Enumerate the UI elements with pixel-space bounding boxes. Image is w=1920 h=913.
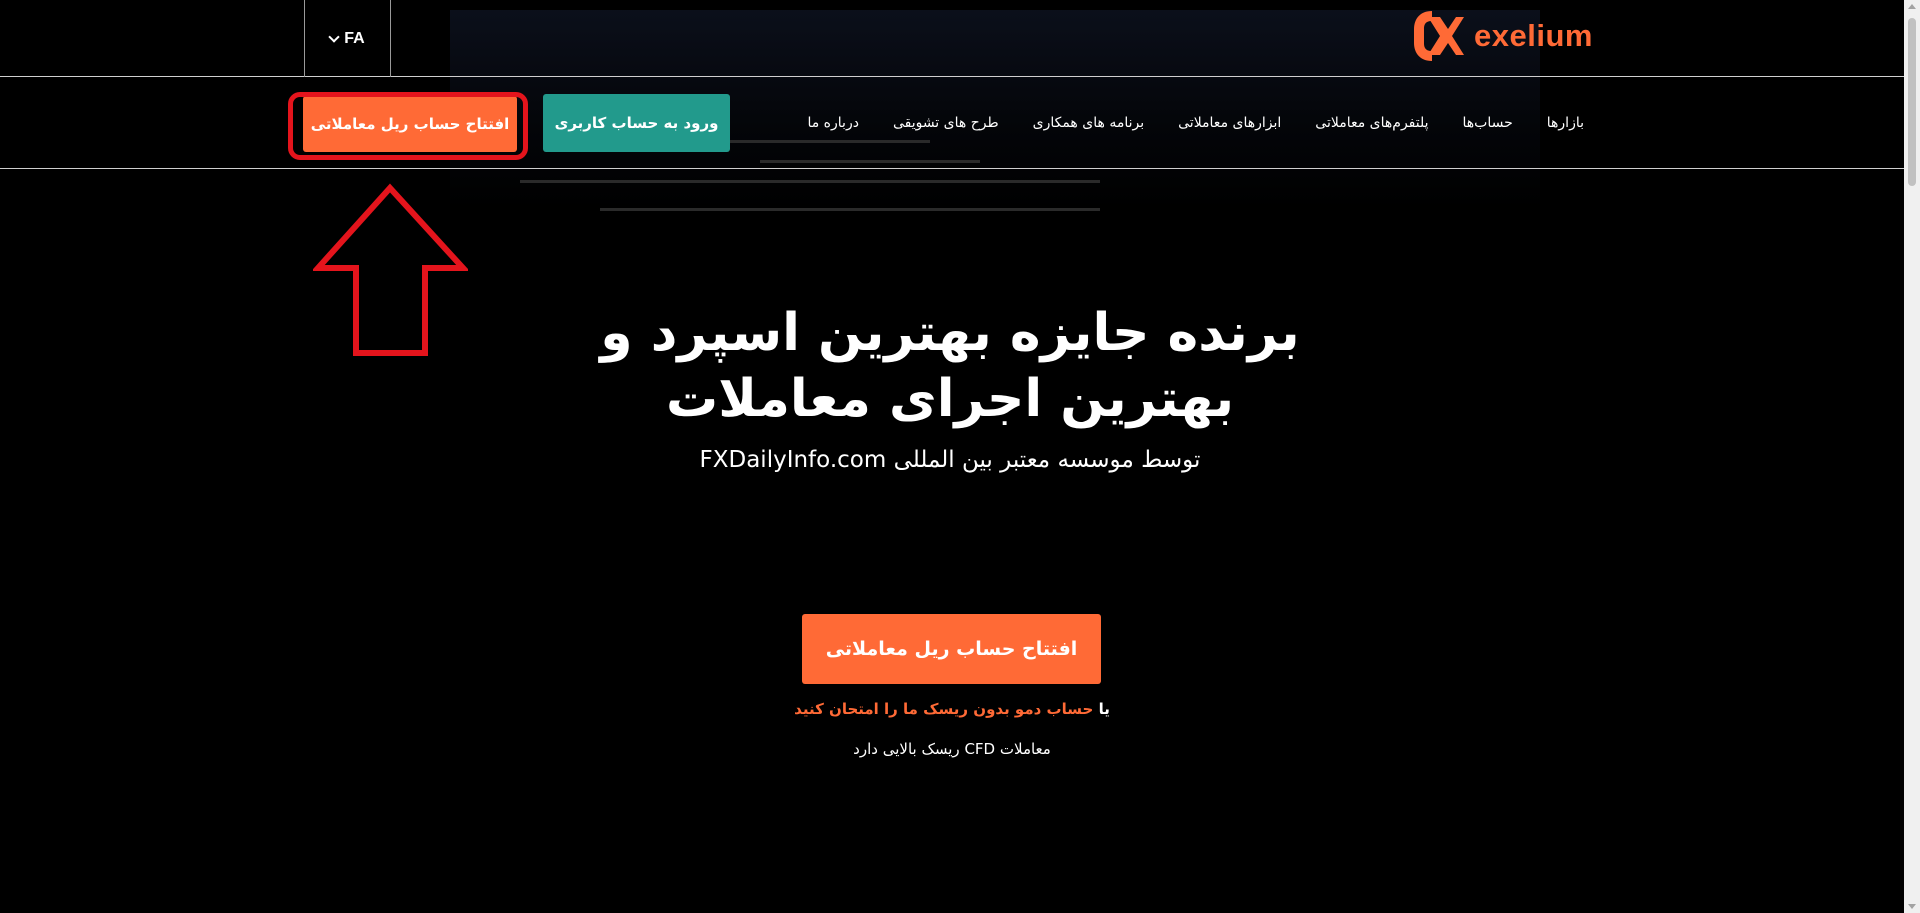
nav-item-about-us[interactable]: درباره ما — [807, 115, 858, 131]
language-selector[interactable]: FA — [304, 0, 391, 77]
background-streak — [520, 180, 1100, 183]
hero-title-line-2: بهترین اجرای معاملات — [665, 369, 1235, 429]
main-navigation: بازارها حساب‌ها پلتفرم‌های معاملاتی ابزا… — [0, 77, 1904, 169]
nav-item-promotions[interactable]: طرح های تشویقی — [893, 115, 999, 131]
logo-text: exelium — [1474, 18, 1593, 53]
scroll-thumb[interactable] — [1908, 18, 1916, 186]
scroll-down-icon[interactable] — [1908, 904, 1916, 909]
nav-item-markets[interactable]: بازارها — [1547, 115, 1584, 131]
nav-item-accounts[interactable]: حساب‌ها — [1463, 115, 1513, 131]
demo-account-line: یا حساب دمو بدون ریسک ما را امتحان کنید — [700, 700, 1204, 718]
risk-notice: معاملات CFD ریسک بالایی دارد — [853, 740, 1051, 758]
nav-item-trading-platforms[interactable]: پلتفرم‌های معاملاتی — [1315, 115, 1428, 131]
logo[interactable]: exelium — [1410, 6, 1593, 66]
nav-item-partnership[interactable]: برنامه های همکاری — [1033, 115, 1145, 131]
hero-open-account-button[interactable]: افتتاح حساب ریل معاملاتی — [802, 614, 1101, 684]
demo-account-link[interactable]: حساب دمو بدون ریسک ما را امتحان کنید — [794, 700, 1093, 718]
scroll-up-icon[interactable] — [1908, 4, 1916, 9]
nav-links: بازارها حساب‌ها پلتفرم‌های معاملاتی ابزا… — [807, 77, 1584, 169]
vertical-scrollbar[interactable] — [1904, 0, 1920, 913]
arrow-up-icon — [313, 183, 468, 356]
hero-title-line-1: برنده جایزه بهترین اسپرد و — [600, 303, 1300, 363]
nav-item-trading-tools[interactable]: ابزارهای معاملاتی — [1178, 115, 1281, 131]
hero-subtitle: توسط موسسه معتبر بین المللی FXDailyInfo.… — [699, 447, 1201, 473]
hero-title: برنده جایزه بهترین اسپرد و بهترین اجرای … — [560, 300, 1340, 432]
exelium-logo-icon — [1414, 11, 1464, 61]
demo-prefix: یا — [1098, 700, 1110, 718]
top-bar: FA exelium — [0, 0, 1904, 77]
language-label: FA — [344, 29, 365, 47]
background-streak — [600, 208, 1100, 211]
chevron-down-icon — [328, 30, 340, 43]
